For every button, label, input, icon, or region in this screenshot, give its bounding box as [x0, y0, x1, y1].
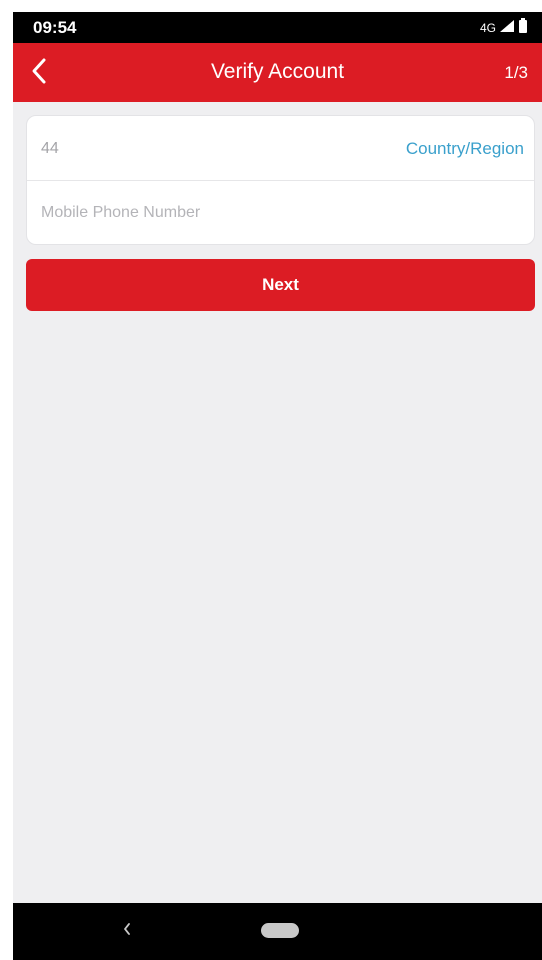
page-title: Verify Account — [210, 60, 345, 83]
system-home-pill[interactable] — [261, 923, 299, 938]
signal-icon — [499, 19, 515, 38]
country-region-link[interactable]: Country/Region — [406, 139, 524, 159]
step-indicator: 1/3 — [504, 63, 528, 82]
phone-screen: 09:54 4G Verify Account 1/3 44 Country/R… — [13, 12, 542, 960]
status-indicators: 4G — [479, 18, 528, 38]
network-type: 4G — [479, 21, 496, 35]
app-bar: Verify Account 1/3 — [13, 43, 542, 102]
country-code: 44 — [41, 140, 59, 157]
mobile-phone-input[interactable] — [39, 199, 513, 227]
chevron-left-icon — [122, 922, 132, 941]
system-back-button[interactable] — [115, 919, 139, 943]
country-row[interactable]: 44 Country/Region — [27, 116, 534, 181]
status-time: 09:54 — [33, 18, 77, 37]
phone-row — [27, 181, 534, 246]
device-frame — [0, 0, 13, 960]
next-button[interactable]: Next — [26, 259, 535, 311]
system-nav-bar — [13, 903, 542, 960]
battery-icon — [518, 18, 528, 38]
verify-form-card: 44 Country/Region — [26, 115, 535, 245]
status-bar: 09:54 4G — [13, 12, 542, 43]
